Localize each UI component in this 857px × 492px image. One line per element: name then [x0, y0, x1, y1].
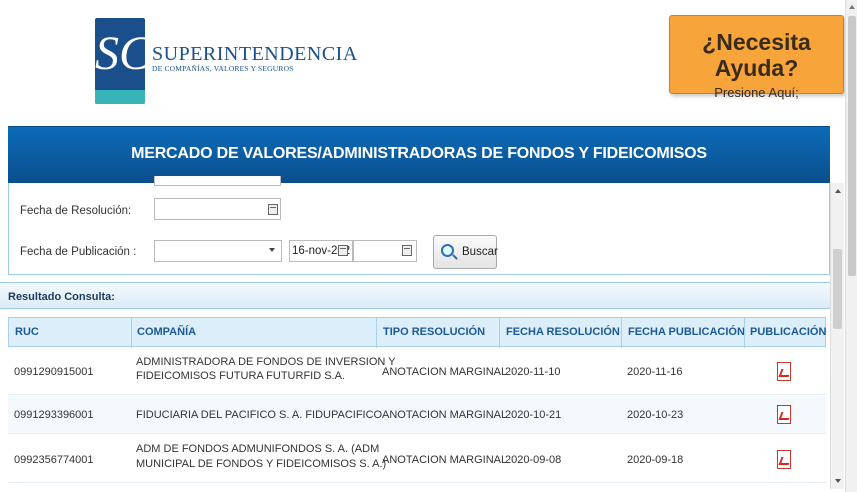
column-header-publication[interactable]: PUBLICACIÓN: [750, 326, 826, 338]
scroll-down-icon[interactable]: [835, 479, 841, 483]
resolution-date-label: Fecha de Resolución:: [20, 205, 132, 217]
pdf-icon[interactable]: [777, 405, 792, 424]
pdf-icon[interactable]: [777, 362, 792, 381]
publication-date-cell: 2020-09-18: [627, 454, 684, 466]
company-cell-line1: ADM DE FONDOS ADMUNIFONDOS S. A. (ADM: [136, 443, 380, 455]
company-cell-line2: FIDEICOMISOS FUTURA FUTURFID S.A.: [136, 370, 346, 382]
brand-name: SUPERINTENDENCIA DE COMPAÑÍAS, VALORES Y…: [152, 44, 358, 73]
help-subtext: Presione Aquí;: [714, 85, 799, 100]
logo-letters: SC: [95, 27, 145, 80]
search-button[interactable]: Buscar: [433, 235, 498, 269]
resolution-date-cell: 2020-09-08: [505, 454, 562, 466]
search-icon: [441, 244, 454, 257]
search-form: Fecha de Resolución: Fecha de Publicació…: [8, 176, 830, 275]
content-scrollbar[interactable]: [830, 183, 844, 489]
column-header-ruc[interactable]: RUC: [15, 326, 39, 338]
scroll-thumb[interactable]: [833, 249, 842, 329]
column-divider: [131, 318, 132, 348]
column-divider: [499, 318, 500, 348]
results-header: Resultado Consulta:: [0, 282, 830, 309]
publication-date-cell: 2020-10-23: [627, 409, 684, 421]
sc-logo: SC: [95, 18, 145, 104]
company-cell-line1: FIDUCIARIA DEL PACIFICO S. A. FIDUPACIFI…: [136, 409, 383, 421]
publication-filter-select[interactable]: [154, 240, 282, 262]
column-header-company[interactable]: COMPAÑÍA: [137, 326, 196, 338]
logo-wave: [95, 90, 145, 104]
scroll-thumb[interactable]: [848, 16, 856, 276]
resolution-date-cell: 2020-11-10: [505, 366, 561, 378]
column-header-publication-date[interactable]: FECHA PUBLICACIÓN: [628, 326, 745, 338]
column-header-resolution-date[interactable]: FECHA RESOLUCIÓN: [506, 326, 620, 338]
help-question: ¿Necesita Ayuda?: [702, 29, 811, 81]
section-banner: MERCADO DE VALORES/ADMINISTRADORAS DE FO…: [8, 126, 830, 183]
table-header: RUC COMPAÑÍA TIPO RESOLUCIÓN FECHA RESOL…: [8, 317, 826, 348]
brand-tagline: DE COMPAÑÍAS, VALORES Y SEGUROS: [152, 64, 294, 73]
ruc-cell: 0991293396001: [14, 409, 94, 421]
ruc-cell: 0991290915001: [14, 366, 94, 378]
scroll-up-icon[interactable]: [835, 189, 841, 193]
publication-date-label: Fecha de Publicación :: [20, 246, 137, 258]
section-title: MERCADO DE VALORES/ADMINISTRADORAS DE FO…: [131, 145, 707, 162]
publication-date-cell: 2020-11-16: [627, 366, 683, 378]
ruc-cell: 0992356774001: [14, 454, 94, 466]
calendar-icon[interactable]: [402, 245, 412, 256]
site-header: SC SUPERINTENDENCIA DE COMPAÑÍAS, VALORE…: [0, 0, 845, 126]
table-row: 0992356774001 ADM DE FONDOS ADMUNIFONDOS…: [8, 435, 826, 483]
column-divider: [376, 318, 377, 348]
search-button-label: Buscar: [462, 246, 498, 258]
table-row: 0991290915001 ADMINISTRADORA DE FONDOS D…: [8, 348, 826, 395]
calendar-icon[interactable]: [338, 245, 348, 256]
pdf-icon[interactable]: [777, 450, 792, 469]
resolution-type-cell: ANOTACION MARGINAL: [382, 454, 508, 466]
help-button[interactable]: ¿Necesita Ayuda? Presione Aquí;: [669, 15, 844, 100]
resolution-type-cell: ANOTACION MARGINAL: [382, 366, 508, 378]
previous-field-stub[interactable]: [154, 176, 281, 186]
column-divider: [744, 318, 745, 348]
brand-title: SUPERINTENDENCIA: [152, 43, 358, 65]
chevron-down-icon: [269, 248, 275, 252]
resolution-date-cell: 2020-10-21: [505, 409, 562, 421]
resolution-type-cell: ANOTACION MARGINAL: [382, 409, 508, 421]
results-title: Resultado Consulta:: [8, 291, 115, 303]
column-divider: [621, 318, 622, 348]
column-header-resolution-type[interactable]: TIPO RESOLUCIÓN: [383, 326, 485, 338]
scroll-up-icon[interactable]: [849, 5, 855, 9]
company-cell-line2: MUNICIPAL DE FONDOS Y FIDEICOMISOS S. A.…: [136, 458, 387, 470]
company-cell-line1: ADMINISTRADORA DE FONDOS DE INVERSION Y: [136, 356, 396, 368]
page-scrollbar[interactable]: [845, 0, 857, 492]
resolution-date-input[interactable]: [154, 198, 281, 220]
table-row: 0991293396001 FIDUCIARIA DEL PACIFICO S.…: [8, 396, 826, 434]
calendar-icon[interactable]: [268, 204, 278, 215]
